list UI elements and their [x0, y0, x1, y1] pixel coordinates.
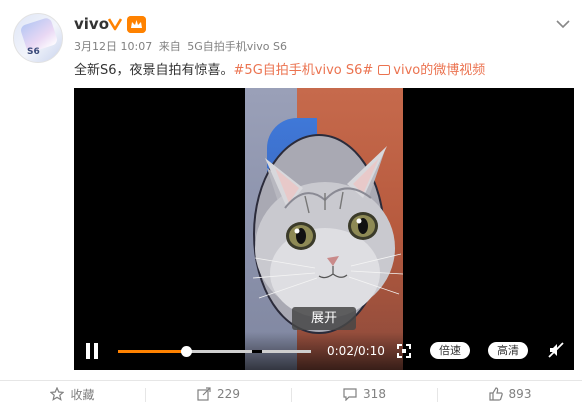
username[interactable]: vivo — [74, 15, 109, 33]
repost-button[interactable]: 229 — [146, 381, 291, 407]
quality-button[interactable]: 高清 — [488, 342, 528, 359]
time-display: 0:02/0:10 — [327, 344, 385, 358]
pause-icon[interactable] — [84, 343, 100, 359]
like-icon — [488, 387, 503, 401]
post-source[interactable]: 5G自拍手机vivo S6 — [187, 40, 287, 53]
repost-icon — [197, 387, 211, 401]
pause-bar-left — [86, 343, 90, 359]
post-date[interactable]: 3月12日 10:07 — [74, 40, 152, 53]
video-source-link[interactable]: vivo的微博视频 — [393, 63, 485, 78]
member-badge-icon[interactable] — [127, 16, 146, 33]
comment-button[interactable]: 318 — [292, 381, 437, 407]
post-body: 全新S6，夜景自拍有惊喜。 — [74, 63, 234, 78]
video-controls: 0:02/0:10 倍速 高清 — [74, 332, 574, 370]
favorite-label: 收藏 — [70, 387, 95, 402]
comment-count: 318 — [363, 387, 386, 401]
repost-count: 229 — [217, 387, 240, 401]
progress-fill — [118, 350, 186, 353]
source-prefix: 来自 — [158, 40, 181, 53]
like-button[interactable]: 893 — [438, 381, 582, 407]
favorite-button[interactable]: 收藏 — [0, 381, 145, 407]
more-chevron-icon[interactable] — [556, 14, 570, 29]
video-player[interactable]: 展开 0:02/0:10 倍速 高清 — [74, 88, 574, 370]
post-meta: 3月12日 10:07 来自 5G自拍手机vivo S6 — [74, 40, 290, 54]
pause-bar-right — [94, 343, 98, 359]
progress-track[interactable] — [118, 346, 311, 357]
speed-button[interactable]: 倍速 — [430, 342, 470, 359]
video-link-icon — [378, 65, 391, 75]
action-bar: 收藏 229 318 893 — [0, 381, 582, 407]
avatar-label: S6 — [27, 47, 40, 57]
progress-thumb[interactable] — [180, 346, 192, 357]
verified-icon — [107, 17, 123, 31]
progress-gap — [252, 350, 262, 353]
hashtag-link[interactable]: #5G自拍手机vivo S6# — [234, 63, 374, 78]
star-icon — [50, 386, 65, 401]
post-text: 全新S6，夜景自拍有惊喜。#5G自拍手机vivo S6# vivo的微博视频 — [74, 63, 485, 79]
expand-button[interactable]: 展开 — [292, 307, 356, 330]
comment-icon — [343, 387, 357, 402]
like-count: 893 — [508, 387, 532, 401]
avatar[interactable]: S6 — [13, 13, 63, 63]
fullscreen-icon[interactable] — [397, 343, 411, 358]
mute-icon[interactable] — [548, 342, 564, 358]
